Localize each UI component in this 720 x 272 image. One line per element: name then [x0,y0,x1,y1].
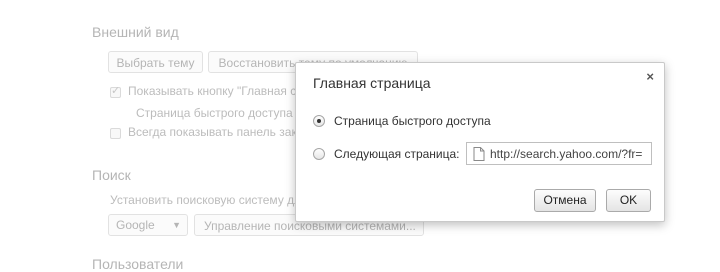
page-icon [473,146,485,161]
cancel-button[interactable]: Отмена [534,189,596,212]
search-section-title: Поиск [92,167,131,183]
home-url-value: http://search.yahoo.com/?fr= [490,146,643,161]
close-icon[interactable]: × [646,69,654,84]
appearance-section-title: Внешний вид [92,24,179,40]
dialog-title: Главная страница [313,75,431,91]
choose-theme-button[interactable]: Выбрать тему [108,51,203,73]
ok-button[interactable]: OK [606,189,651,212]
home-page-dialog: Главная страница × Страница быстрого дос… [295,62,665,222]
home-url-input[interactable]: http://search.yahoo.com/?fr= [466,142,652,165]
chevron-down-icon: ▼ [172,220,181,230]
ntp-radio[interactable] [313,115,325,127]
ntp-option[interactable]: Страница быстрого доступа [313,113,491,129]
show-home-button-checkbox[interactable] [110,84,121,98]
show-bookmarks-bar-checkbox[interactable] [110,128,121,139]
users-section-title: Пользователи [92,256,184,272]
search-engine-select[interactable]: Google ▼ [108,214,188,236]
url-radio[interactable] [313,148,325,160]
search-engine-value: Google [116,218,155,232]
ntp-option-label: Страница быстрого доступа [334,114,491,128]
home-page-subtext[interactable]: Страница быстрого доступа [136,106,293,120]
url-option[interactable]: Следующая страница: [313,146,460,162]
url-option-label: Следующая страница: [334,147,460,161]
